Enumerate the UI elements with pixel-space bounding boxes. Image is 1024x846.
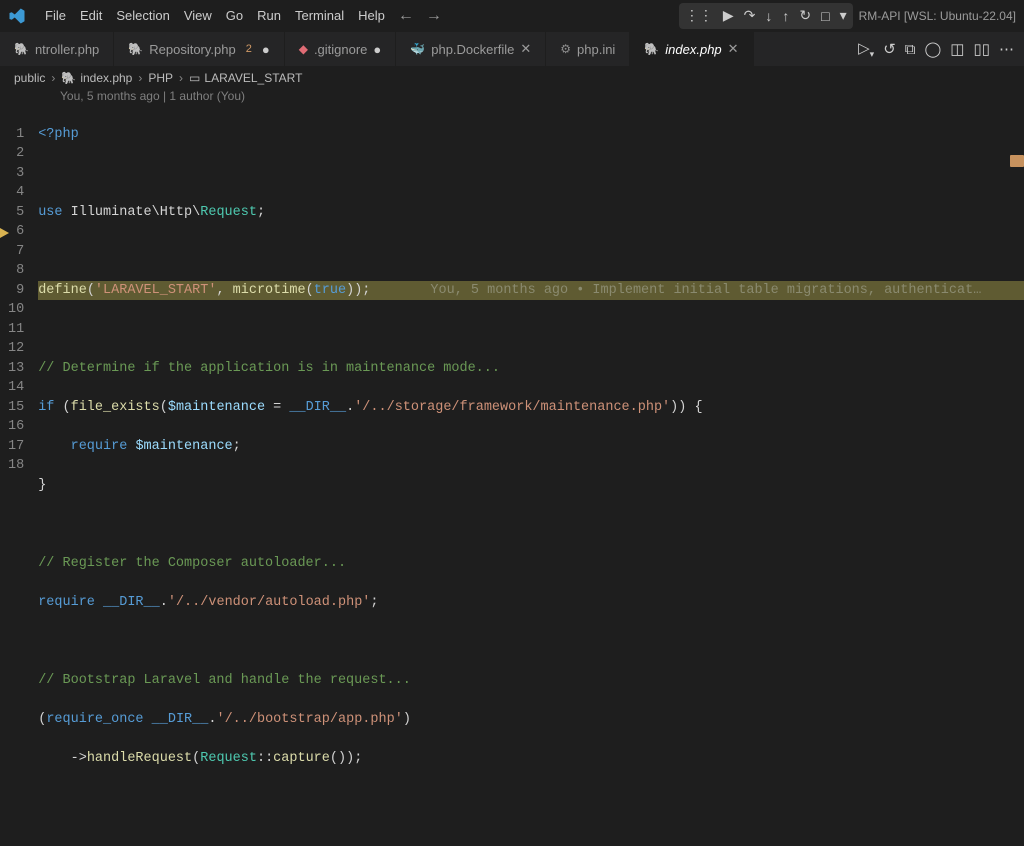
git-file-icon: ◆ [299,42,308,56]
history-back-icon[interactable]: ↺ [883,40,896,58]
close-icon[interactable]: ✕ [520,41,531,57]
breadcrumb[interactable]: public › 🐘 index.php › PHP › ▭ LARAVEL_S… [0,67,1024,89]
token: Request [200,205,257,220]
menu-edit[interactable]: Edit [73,8,109,23]
menu-file[interactable]: File [38,8,73,23]
menubar: File Edit Selection View Go Run Terminal… [0,0,1024,32]
chevron-right-icon: › [177,71,185,85]
menu-terminal[interactable]: Terminal [288,8,351,23]
tab-index[interactable]: 🐘 index.php ✕ [630,32,753,66]
token: // Bootstrap Laravel and handle the requ… [38,673,411,688]
chevron-right-icon: › [136,71,144,85]
tab-label: Repository.php [149,42,235,57]
editor-actions: ▷▾ ↺ ⧉ ◯ ◫ ▯▯ ⋯ [848,32,1024,66]
breadcrumb-folder[interactable]: public [14,71,45,85]
tab-label: php.Dockerfile [431,42,514,57]
tab-repository[interactable]: 🐘 Repository.php 2 ● [114,32,284,66]
tab-badge: 2 [242,43,256,55]
menu-go[interactable]: Go [219,8,250,23]
menu-view[interactable]: View [177,8,219,23]
php-file-icon: 🐘 [61,71,76,85]
config-file-icon: ⚙ [560,42,571,56]
tab-label: .gitignore [314,42,367,57]
current-exec-line: define('LARAVEL_START', microtime(true))… [38,281,1024,301]
tabstrip: 🐘 ntroller.php 🐘 Repository.php 2 ● ◆ .g… [0,32,1024,67]
compare-icon[interactable]: ⧉ [905,41,916,58]
breadcrumb-sym[interactable]: PHP [148,71,173,85]
code-area[interactable]: <?php use Illuminate\Http\Request; defin… [38,105,1024,846]
breadcrumb-sym[interactable]: LARAVEL_START [204,71,302,85]
more-icon[interactable]: ⋯ [999,40,1014,58]
circle-icon[interactable]: ◯ [925,40,942,58]
tab-controller[interactable]: 🐘 ntroller.php [0,32,114,66]
tab-label: index.php [665,42,721,57]
symbol-constant-icon: ▭ [189,71,200,85]
nav-back-icon[interactable]: ← [392,7,420,25]
modified-dot-icon: ● [373,42,381,57]
menu-run[interactable]: Run [250,8,288,23]
token: ; [257,205,265,220]
tab-label: php.ini [577,42,615,57]
token: <?php [38,127,79,142]
token: // Register the Composer autoloader... [38,556,346,571]
restart-icon[interactable]: ↻ [799,7,811,24]
step-out-icon[interactable]: ↑ [782,8,789,24]
gitlens-line-blame: You, 5 months ago • Implement initial ta… [430,283,981,298]
nav-forward-icon[interactable]: → [420,7,448,25]
php-file-icon: 🐘 [644,42,659,56]
step-into-icon[interactable]: ↓ [765,8,772,24]
php-file-icon: 🐘 [128,42,143,56]
step-over-icon[interactable]: ↷ [744,7,756,24]
drag-handle-icon[interactable]: ⋮⋮ [685,7,713,24]
split-editor-icon[interactable]: ▯▯ [973,40,990,58]
debug-toolbar: ⋮⋮ ▶ ↷ ↓ ↑ ↻ □ ▾ [679,3,853,29]
token: // Determine if the application is in ma… [38,361,500,376]
token: Illuminate\Http\ [63,205,201,220]
tab-gitignore[interactable]: ◆ .gitignore ● [285,32,397,66]
menu-selection[interactable]: Selection [109,8,176,23]
menu-help[interactable]: Help [351,8,392,23]
code-editor[interactable]: 123456789101112131415161718 <?php use Il… [0,105,1024,846]
run-icon[interactable]: ▷▾ [858,39,874,60]
gitlens-header: You, 5 months ago | 1 author (You) [0,89,1024,105]
chevron-right-icon: › [49,71,57,85]
breadcrumb-file[interactable]: index.php [80,71,132,85]
php-file-icon: 🐘 [14,42,29,56]
minimap-marker[interactable] [1010,155,1024,167]
vscode-logo-icon [8,7,26,25]
window-title: RM-API [WSL: Ubuntu-22.04] [859,9,1016,23]
breakpoint-current-icon[interactable] [0,187,9,199]
tab-phpini[interactable]: ⚙ php.ini [546,32,630,66]
token: use [38,205,62,220]
tab-label: ntroller.php [35,42,99,57]
open-aside-icon[interactable]: ◫ [950,40,964,58]
continue-icon[interactable]: ▶ [723,7,734,24]
modified-dot-icon: ● [262,42,270,57]
close-icon[interactable]: ✕ [728,41,739,57]
debug-more-icon[interactable]: ▾ [840,7,847,24]
docker-file-icon: 🐳 [410,42,425,56]
stop-icon[interactable]: □ [821,8,829,24]
tab-dockerfile[interactable]: 🐳 php.Dockerfile ✕ [396,32,546,66]
